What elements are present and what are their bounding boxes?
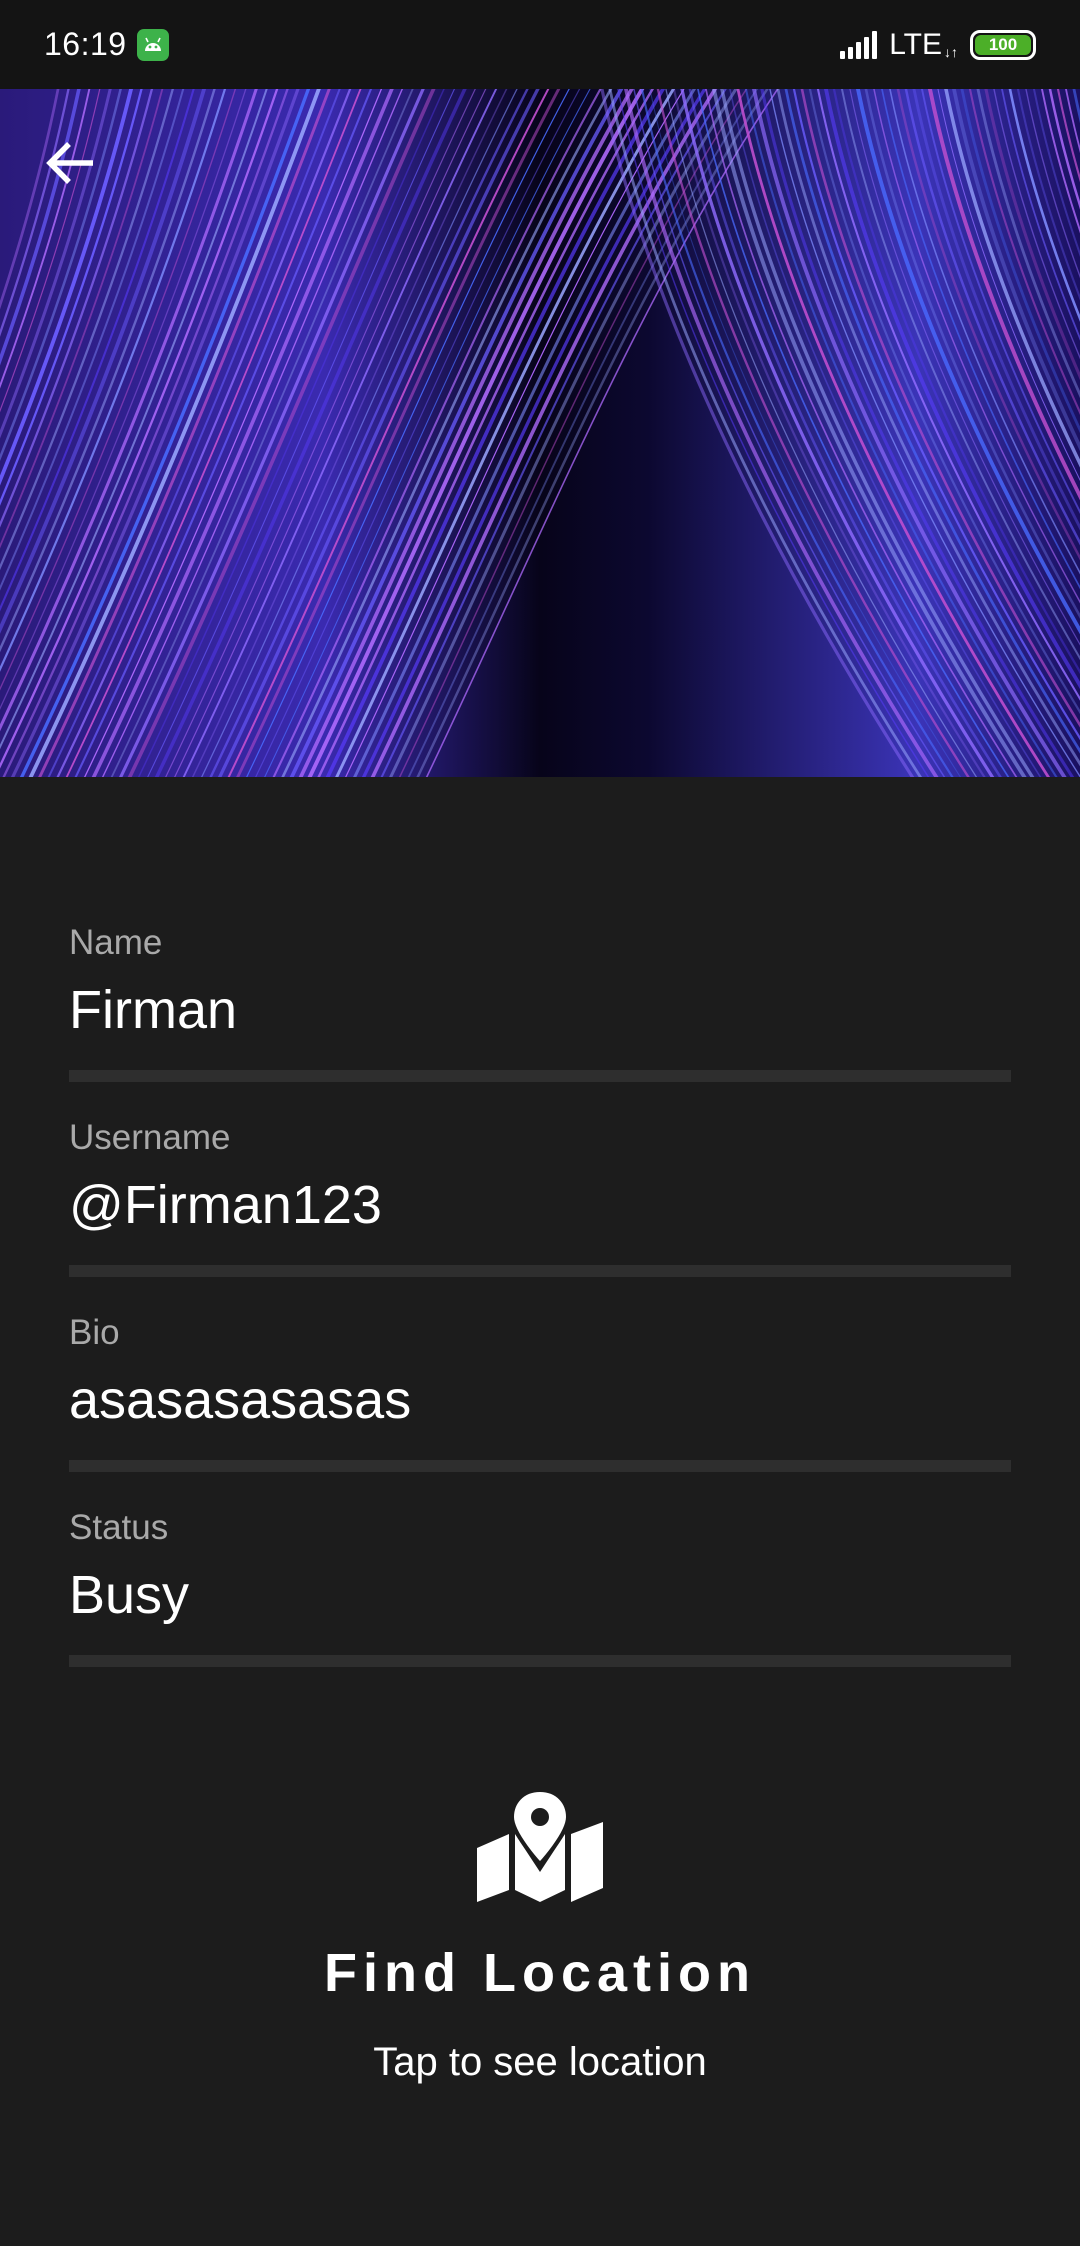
arrow-left-icon [46,142,93,184]
field-label: Bio [69,1313,120,1352]
status-bar: 16:19 LTE ↓↑ 100 [0,0,1080,89]
find-location-subtitle: Tap to see location [373,2040,707,2084]
status-time: 16:19 [44,26,127,62]
find-location-button[interactable]: Find Location Tap to see location [0,1790,1080,2085]
field-name[interactable]: Name Firman [69,923,1011,1118]
map-marker-icon [477,1790,603,1902]
field-label: Status [69,1508,169,1547]
profile-fields: Name Firman Username @Firman123 Bio asas… [69,923,1011,1703]
field-value: @Firman123 [69,1175,382,1235]
field-value: Firman [69,980,238,1040]
field-label: Username [69,1118,231,1157]
profile-banner-image [0,89,1080,777]
find-location-title: Find Location [324,1943,756,2003]
status-bar-right: LTE ↓↑ 100 [840,28,1036,62]
field-value: Busy [69,1565,190,1625]
field-bio[interactable]: Bio asasasasasas [69,1313,1011,1508]
field-label: Name [69,923,163,962]
profile-screen: 16:19 LTE ↓↑ 100 Name Firman Username @F… [0,0,1080,2246]
status-bar-left: 16:19 [44,26,169,63]
android-robot-icon [136,28,169,61]
field-divider [69,1070,1011,1082]
field-username[interactable]: Username @Firman123 [69,1118,1011,1313]
battery-level: 100 [975,34,1031,55]
field-status[interactable]: Status Busy [69,1508,1011,1703]
field-value: asasasasasas [69,1370,412,1430]
field-divider [69,1460,1011,1472]
signal-strength-icon [840,30,878,59]
field-divider [69,1655,1011,1667]
back-button[interactable] [36,128,106,198]
network-type: LTE ↓↑ [889,27,958,61]
battery-icon: 100 [970,29,1036,60]
field-divider [69,1265,1011,1277]
